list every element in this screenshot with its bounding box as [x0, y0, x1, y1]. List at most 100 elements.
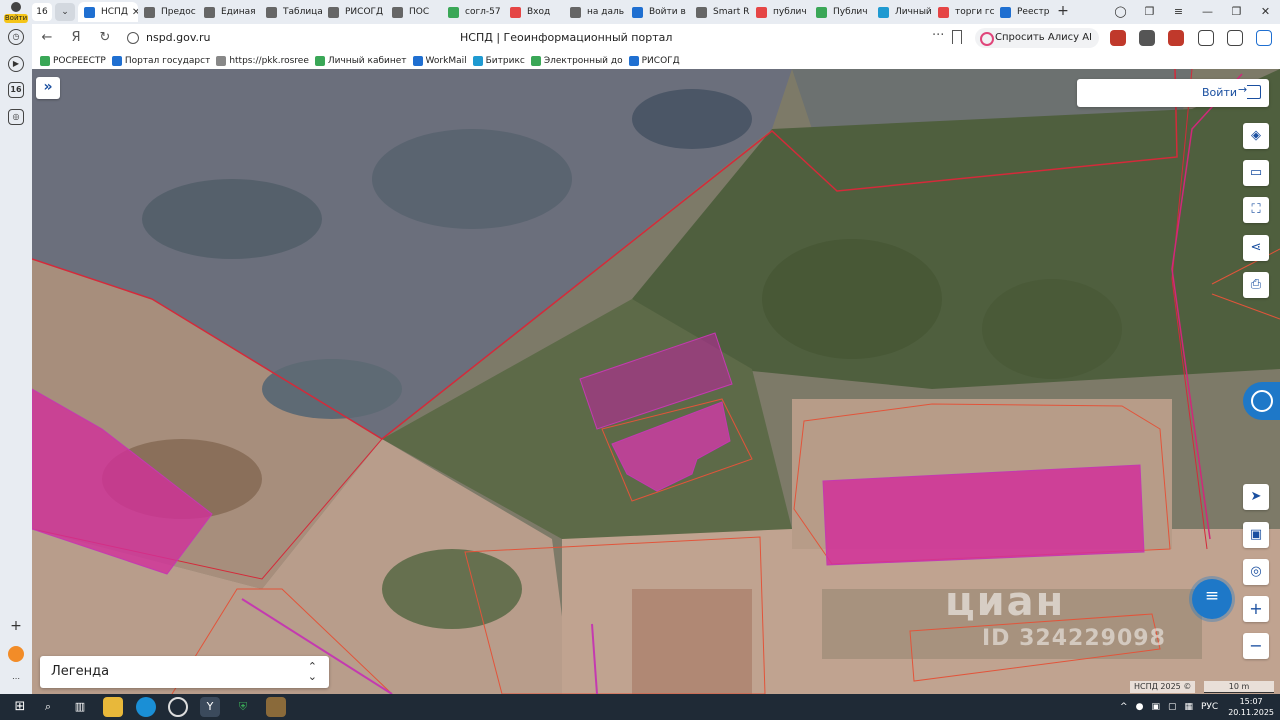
map-view[interactable]: » Войти ◈ ▭ ⛶ ⋖ ⎙ ➤ ▣ ◎ + − циан ID 3242…: [32, 69, 1280, 694]
sidebar-badge[interactable]: 16: [8, 82, 24, 98]
zoom-in-icon[interactable]: +: [1243, 596, 1269, 622]
browser-tab[interactable]: публич: [750, 2, 810, 22]
browser-tab[interactable]: Публич: [810, 2, 872, 22]
browser-tab[interactable]: торги гс: [932, 2, 994, 22]
navigation-arrow-icon[interactable]: ➤: [1243, 484, 1269, 510]
search-icon[interactable]: ⌕: [38, 697, 58, 717]
browser-tab[interactable]: Предос: [138, 2, 198, 22]
bookmark-favicon-icon: [412, 55, 423, 66]
browser-tab[interactable]: НСПД ✕: [78, 2, 138, 22]
more-dots-icon[interactable]: ···: [932, 28, 944, 43]
minimize-icon[interactable]: —: [1193, 0, 1222, 24]
tray-app-icon[interactable]: ●: [1136, 702, 1144, 712]
browser-tab[interactable]: РИСОГД: [322, 2, 386, 22]
legend-dropdown[interactable]: Легенда ⌃ ⌄: [40, 656, 329, 688]
bookmark-item[interactable]: РИСОГД: [628, 52, 680, 69]
extension-icon[interactable]: [1139, 30, 1155, 46]
restore-icon[interactable]: ❐: [1222, 0, 1251, 24]
browser-tab[interactable]: Вход: [504, 2, 564, 22]
chat-icon[interactable]: [1192, 579, 1232, 619]
bookmark-favicon-icon: [111, 55, 122, 66]
url-text[interactable]: nspd.gov.ru: [146, 31, 211, 44]
shield-icon[interactable]: ⛨: [233, 697, 253, 717]
bookmark-icon[interactable]: [952, 30, 962, 44]
bookmark-item[interactable]: Электронный до: [530, 52, 623, 69]
tab-label: РИСОГД: [345, 7, 384, 17]
menu-icon[interactable]: ≡: [1164, 0, 1193, 24]
app-icon[interactable]: [266, 697, 286, 717]
bookmark-item[interactable]: Битрикс: [472, 52, 525, 69]
task-view-icon[interactable]: ▥: [70, 697, 90, 717]
add-panel-plus-icon[interactable]: +: [8, 619, 24, 636]
profile-button[interactable]: Войти: [4, 1, 28, 23]
more-dots-icon[interactable]: ⋯: [8, 672, 24, 688]
page-title: НСПД | Геоинформационный портал: [460, 31, 673, 44]
print-icon[interactable]: ⎙: [1243, 272, 1269, 298]
back-arrow-icon[interactable]: ←: [38, 29, 56, 47]
bookmark-item[interactable]: WorkMail: [412, 52, 467, 69]
bookmark-item[interactable]: РОСРЕЕСТР: [40, 52, 106, 69]
browser-tab[interactable]: Личный: [872, 2, 932, 22]
bookmark-favicon-icon: [314, 55, 325, 66]
select-area-icon[interactable]: ⛶: [1243, 197, 1269, 223]
tab-favicon-icon: [816, 6, 827, 18]
ask-alisa-button[interactable]: Спросить Алису AI: [975, 28, 1099, 48]
downloads-icon[interactable]: [1256, 30, 1272, 46]
yandex-service-icon[interactable]: [8, 646, 24, 662]
tabs-menu-chevron-icon[interactable]: ⌄: [55, 3, 75, 21]
site-info-icon[interactable]: [127, 32, 139, 44]
extension-icon[interactable]: [1110, 30, 1126, 46]
system-tray: ^ ● ▣ ▢ ▦ РУС 15:07 20.11.2025: [1112, 694, 1274, 720]
browser-tab[interactable]: Реестр: [994, 2, 1054, 22]
browser-tab[interactable]: согл-57: [442, 2, 504, 22]
clock[interactable]: 15:07 20.11.2025: [1228, 696, 1274, 718]
login-button[interactable]: Войти: [1077, 79, 1269, 107]
new-tab-plus-icon[interactable]: +: [1056, 3, 1070, 21]
bookmark-favicon-icon: [530, 55, 541, 66]
edge-browser-icon[interactable]: [136, 697, 156, 717]
browser-tab[interactable]: Таблица: [260, 2, 322, 22]
profile-label: Войти: [4, 14, 28, 23]
browser-tab[interactable]: Единая: [198, 2, 260, 22]
yandex-logo-icon[interactable]: Я: [67, 29, 85, 47]
tray-app-icon[interactable]: ▣: [1151, 702, 1160, 712]
reader-icon[interactable]: [1227, 30, 1243, 46]
browser-tab[interactable]: Войти в: [626, 2, 690, 22]
bookmark-favicon-icon: [40, 55, 50, 66]
locate-icon[interactable]: ◎: [1243, 559, 1269, 585]
zoom-out-icon[interactable]: −: [1243, 633, 1269, 659]
layers-icon[interactable]: ◈: [1243, 123, 1269, 149]
tab-count-button[interactable]: 16: [32, 3, 52, 21]
screenshot-icon[interactable]: ◎: [8, 109, 24, 125]
account-icon[interactable]: ◯: [1106, 0, 1135, 24]
language-indicator[interactable]: РУС: [1201, 702, 1218, 712]
browser-tab[interactable]: Smart R: [690, 2, 750, 22]
chevron-up-icon[interactable]: ^: [1120, 702, 1128, 712]
media-play-icon[interactable]: ▶: [8, 56, 24, 72]
watermark: циан: [945, 579, 1066, 625]
tray-app-icon[interactable]: ▦: [1184, 702, 1193, 712]
share-icon[interactable]: ⋖: [1243, 235, 1269, 261]
yandex-browser-icon[interactable]: Y: [200, 697, 220, 717]
reload-icon[interactable]: ↻: [96, 29, 114, 47]
bookmark-item[interactable]: https://pkk.rosree: [216, 52, 309, 69]
app-icon[interactable]: [168, 697, 188, 717]
browser-tab[interactable]: на даль: [564, 2, 626, 22]
tray-app-icon[interactable]: ▢: [1168, 702, 1177, 712]
minimap-icon[interactable]: ▣: [1243, 522, 1269, 548]
close-window-icon[interactable]: ✕: [1251, 0, 1280, 24]
extensions-puzzle-icon[interactable]: [1198, 30, 1214, 46]
bookmark-item[interactable]: Личный кабинет: [314, 52, 407, 69]
ruler-icon[interactable]: ▭: [1243, 160, 1269, 186]
browser-tab[interactable]: ПОС: [386, 2, 442, 22]
history-clock-icon[interactable]: ◷: [8, 29, 24, 45]
bookmark-label: Электронный до: [543, 55, 623, 66]
extension-icon[interactable]: [1168, 30, 1184, 46]
windows-start-icon[interactable]: ⊞: [10, 697, 30, 717]
windows-taskbar: ⊞ ⌕ ▥ Y ⛨ ^ ● ▣ ▢ ▦ РУС 15:07 20.11.2025: [0, 694, 1280, 720]
file-explorer-icon[interactable]: [103, 697, 123, 717]
bookmark-item[interactable]: Портал государст: [111, 52, 210, 69]
expand-panel-chevron-icon[interactable]: »: [36, 77, 60, 99]
collections-icon[interactable]: ❐: [1135, 0, 1164, 24]
help-panel-icon[interactable]: [1243, 382, 1280, 420]
